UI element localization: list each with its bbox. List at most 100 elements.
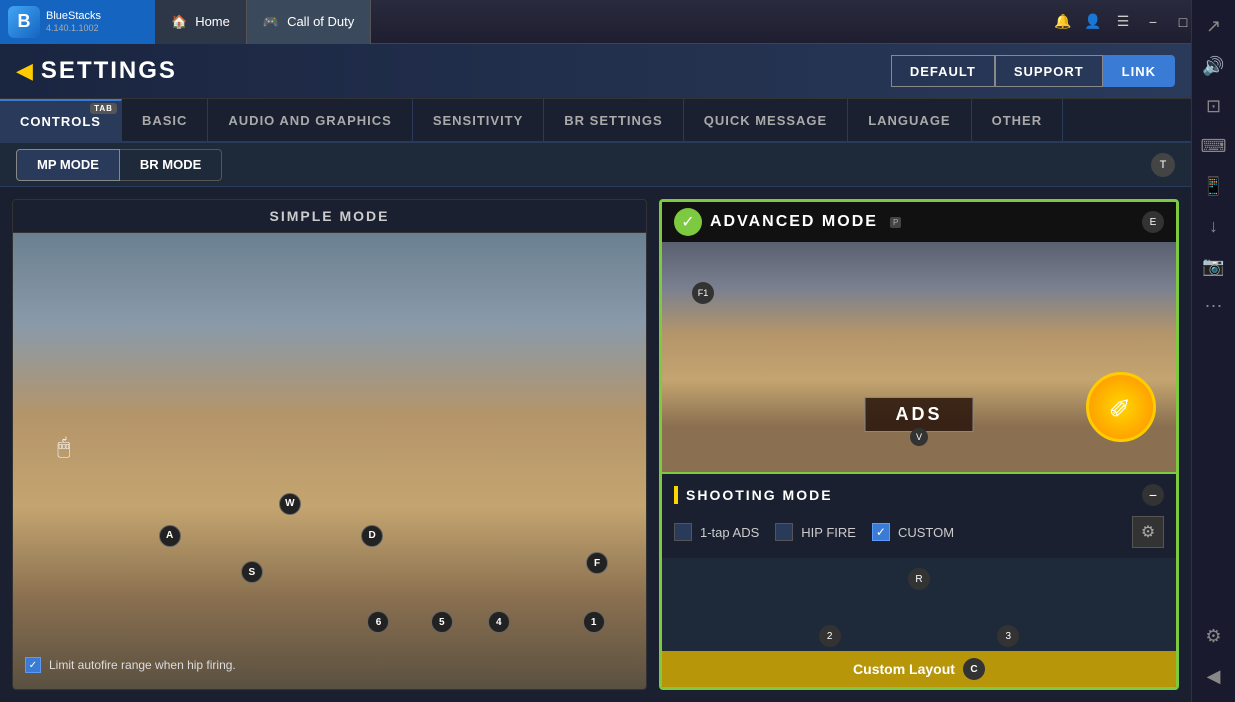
cod-icon: 🎮 [263, 14, 279, 30]
basic-label: BASIC [142, 113, 187, 128]
notification-btn[interactable]: 🔔 [1049, 8, 1077, 36]
mode-bar: MP MODE BR MODE T [0, 143, 1191, 187]
sidebar-keyboard-btn[interactable]: ⌨ [1196, 128, 1232, 164]
right-sidebar: ↗ 🔊 ⊡ ⌨ 📱 ↓ 📷 ⋯ ⚙ ◀ [1191, 0, 1235, 702]
title-bar: B BlueStacks 4.140.1.1002 🏠 Home 🎮 Call … [0, 0, 1235, 44]
sidebar-volume-btn[interactable]: 🔊 [1196, 48, 1232, 84]
option-hip-fire: HIP FIRE [775, 523, 856, 541]
tab-home-label: Home [195, 14, 230, 29]
default-button[interactable]: DEFAULT [891, 55, 995, 87]
key-6: 6 [367, 611, 389, 633]
custom-layout-button[interactable]: Custom Layout C [662, 651, 1176, 687]
checkbox-hip-fire[interactable] [775, 523, 793, 541]
sidebar-camera-btn[interactable]: 📷 [1196, 248, 1232, 284]
option-1tap-ads: 1-tap ADS [674, 523, 759, 541]
advanced-mode-panel: ✓ ADVANCED MODE P E F1 ADS V [659, 199, 1179, 690]
v-badge: V [910, 428, 928, 446]
app-version: 4.140.1.1002 [46, 23, 101, 34]
shoot-circle: ✏ [1086, 372, 1156, 442]
sensitivity-label: SENSITIVITY [433, 113, 523, 128]
accent-bar [674, 486, 678, 504]
sidebar-more-btn[interactable]: ⋯ [1196, 288, 1232, 324]
shooting-mode-section: SHOOTING MODE − 1-tap ADS HIP FIRE ✓ CUS… [662, 472, 1176, 558]
sidebar-expand-btn[interactable]: ↗ [1196, 8, 1232, 44]
badge-2: 2 [819, 625, 841, 647]
option-custom: ✓ CUSTOM [872, 523, 954, 541]
key-1: 1 [583, 611, 605, 633]
minimize-btn[interactable]: − [1139, 8, 1167, 36]
key-a: A [159, 525, 181, 547]
shooting-options: 1-tap ADS HIP FIRE ✓ CUSTOM ⚙ [674, 516, 1164, 548]
key-f: F [586, 552, 608, 574]
option-1tap-ads-label: 1-tap ADS [700, 525, 759, 540]
tab-audio-graphics[interactable]: AUDIO AND GRAPHICS [208, 99, 412, 141]
tab-cod-label: Call of Duty [287, 14, 354, 29]
settings-header: ◀ SETTINGS DEFAULT SUPPORT LINK [0, 44, 1191, 99]
checkbox-custom[interactable]: ✓ [872, 523, 890, 541]
back-icon[interactable]: ◀ [16, 58, 33, 84]
key-5: 5 [431, 611, 453, 633]
autofire-checkbox[interactable]: ✓ [25, 657, 41, 673]
controls-label: CONTROLS [20, 114, 101, 129]
advanced-mode-header: ✓ ADVANCED MODE P E [662, 202, 1176, 242]
advanced-mode-title: ADVANCED MODE [710, 213, 878, 231]
tab-language[interactable]: LANGUAGE [848, 99, 971, 141]
sidebar-back-btn[interactable]: ◀ [1196, 658, 1232, 694]
tab-br-settings[interactable]: BR SETTINGS [544, 99, 683, 141]
menu-btn[interactable]: ☰ [1109, 8, 1137, 36]
tab-cod[interactable]: 🎮 Call of Duty [247, 0, 371, 44]
tab-badge: Tab [90, 103, 117, 114]
mp-mode-button[interactable]: MP MODE [16, 149, 120, 181]
simple-mode-game-area: W A D S 6 5 4 1 F 🖱 ✓ Limit autofire ran… [13, 233, 646, 689]
autofire-label: Limit autofire range when hip firing. [49, 658, 236, 672]
advanced-bottom: R 2 3 Custom Layout C [662, 558, 1176, 687]
language-label: LANGUAGE [868, 113, 950, 128]
simple-mode-title: SIMPLE MODE [13, 200, 646, 233]
quick-message-label: QUICK MESSAGE [704, 113, 828, 128]
account-btn[interactable]: 👤 [1079, 8, 1107, 36]
r-badge: R [908, 568, 930, 590]
f1-badge: F1 [692, 282, 714, 304]
settings-title: SETTINGS [41, 57, 177, 85]
support-button[interactable]: SUPPORT [995, 55, 1103, 87]
collapse-button[interactable]: − [1142, 484, 1164, 506]
key-w: W [279, 493, 301, 515]
sidebar-download-btn[interactable]: ↓ [1196, 208, 1232, 244]
key-4: 4 [488, 611, 510, 633]
tab-controls[interactable]: CONTROLS Tab [0, 99, 122, 141]
sidebar-mobile-btn[interactable]: 📱 [1196, 168, 1232, 204]
advanced-game-background: F1 ADS V ✏ [662, 242, 1176, 472]
tab-basic[interactable]: BASIC [122, 99, 208, 141]
p-badge: P [890, 217, 901, 228]
checkbox-1tap-ads[interactable] [674, 523, 692, 541]
other-label: OTHER [992, 113, 1043, 128]
key-d: D [361, 525, 383, 547]
tab-sensitivity[interactable]: SENSITIVITY [413, 99, 544, 141]
sidebar-display-btn[interactable]: ⊡ [1196, 88, 1232, 124]
br-mode-button[interactable]: BR MODE [120, 149, 222, 181]
game-background-left: W A D S 6 5 4 1 F 🖱 ✓ Limit autofire ran… [13, 233, 646, 689]
shooting-mode-header: SHOOTING MODE − [674, 484, 1164, 506]
tab-other[interactable]: OTHER [972, 99, 1064, 141]
advanced-game-area: F1 ADS V ✏ [662, 242, 1176, 472]
ads-text: ADS [895, 404, 942, 424]
home-icon: 🏠 [171, 14, 187, 30]
key-s: S [241, 561, 263, 583]
ads-bar: ADS [864, 397, 973, 432]
tab-quick-message[interactable]: QUICK MESSAGE [684, 99, 849, 141]
panels-row: SIMPLE MODE W A D S 6 5 4 1 F 🖱 [0, 187, 1191, 702]
tab-home[interactable]: 🏠 Home [155, 0, 247, 44]
shooting-mode-title: SHOOTING MODE [686, 487, 833, 503]
mouse-icon: 🖱 [57, 434, 70, 460]
app-logo: B BlueStacks 4.140.1.1002 [0, 0, 155, 44]
gear-button[interactable]: ⚙ [1132, 516, 1164, 548]
main-content: ◀ SETTINGS DEFAULT SUPPORT LINK CONTROLS… [0, 44, 1191, 702]
sidebar-settings-btn[interactable]: ⚙ [1196, 618, 1232, 654]
link-button[interactable]: LINK [1103, 55, 1175, 87]
badge-3: 3 [997, 625, 1019, 647]
num-badges: 2 3 [662, 625, 1176, 647]
app-name: BlueStacks [46, 10, 101, 23]
audio-graphics-label: AUDIO AND GRAPHICS [228, 113, 391, 128]
custom-layout-label: Custom Layout [853, 661, 955, 677]
simple-mode-panel: SIMPLE MODE W A D S 6 5 4 1 F 🖱 [12, 199, 647, 690]
